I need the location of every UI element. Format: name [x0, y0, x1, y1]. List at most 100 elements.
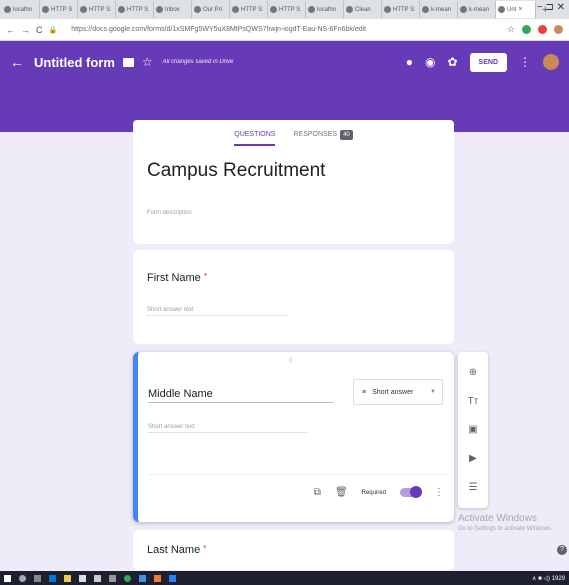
- forward-nav-icon[interactable]: →: [21, 25, 30, 35]
- browser-tab-label: HTTP S: [89, 6, 111, 13]
- tab-favicon-icon: [270, 6, 277, 13]
- form-title-card[interactable]: Campus Recruitment Form description: [133, 148, 454, 244]
- question-card-middle-name[interactable]: ⠿ Middle Name ≡ Short answer ▼ Short ans…: [133, 352, 454, 522]
- activate-windows-watermark: Activate Windows Go to Settings to activ…: [458, 513, 553, 532]
- add-image-icon[interactable]: ▣: [468, 424, 477, 435]
- form-document-title[interactable]: Untitled form: [34, 55, 115, 70]
- extension-icon[interactable]: [522, 25, 531, 34]
- more-options-icon[interactable]: ⋮: [434, 487, 444, 498]
- tab-favicon-icon: [118, 6, 125, 13]
- browser-tab[interactable]: HTTP S: [382, 1, 420, 18]
- extension-icon[interactable]: [538, 25, 547, 34]
- browser-tab-label: Inbox: [165, 6, 180, 13]
- browser-tab-label: HTTP S: [51, 6, 73, 13]
- tab-favicon-icon: [346, 6, 353, 13]
- file-explorer-icon[interactable]: [64, 574, 71, 582]
- browser-tab-label: HTTP S: [279, 6, 301, 13]
- browser-tab[interactable]: Inbox: [154, 1, 192, 18]
- question-card-last-name[interactable]: Last Name *: [133, 530, 454, 570]
- store-icon[interactable]: [79, 574, 86, 582]
- folder-icon[interactable]: [122, 57, 134, 67]
- tab-favicon-icon: [4, 6, 11, 13]
- app-icon[interactable]: [169, 574, 176, 582]
- browser-tab[interactable]: Clean: [344, 1, 382, 18]
- tab-favicon-icon: [498, 6, 505, 13]
- save-status: All changes saved in Drive: [162, 59, 234, 65]
- tab-favicon-icon: [422, 6, 429, 13]
- profile-avatar[interactable]: [554, 25, 563, 34]
- browser-tab[interactable]: HTTP S: [40, 1, 78, 18]
- question-title: Last Name *: [147, 544, 206, 556]
- question-type-select[interactable]: ≡ Short answer ▼: [353, 379, 443, 405]
- task-view-icon[interactable]: [34, 574, 41, 582]
- palette-icon[interactable]: ●: [406, 55, 413, 69]
- question-card-first-name[interactable]: First Name * Short answer text: [133, 250, 454, 344]
- required-asterisk: *: [203, 544, 207, 553]
- lock-icon: 🔒: [48, 26, 58, 34]
- browser-tab[interactable]: Our Pri: [192, 1, 230, 18]
- tab-favicon-icon: [460, 6, 467, 13]
- url-text[interactable]: https://docs.google.com/forms/d/1xSMFg5W…: [71, 26, 366, 33]
- browser-tab[interactable]: k-mean: [458, 1, 496, 18]
- browser-tab[interactable]: k-mean: [420, 1, 458, 18]
- tab-favicon-icon: [194, 6, 201, 13]
- browser-tab-label: HTTP S: [241, 6, 263, 13]
- address-bar: ← → C 🔒 https://docs.google.com/forms/d/…: [0, 19, 569, 41]
- window-controls[interactable]: − ⊐ ✕: [537, 2, 565, 13]
- question-title-input[interactable]: Middle Name: [148, 388, 333, 403]
- settings-gear-icon[interactable]: ✿: [447, 55, 457, 69]
- add-question-icon[interactable]: ⊕: [469, 367, 477, 378]
- reload-icon[interactable]: C: [36, 25, 43, 35]
- help-icon[interactable]: ?: [557, 545, 567, 555]
- form-description-field[interactable]: Form description: [147, 210, 192, 216]
- watermark-line2: Go to Settings to activate Windows.: [458, 526, 553, 532]
- tab-favicon-icon: [42, 6, 49, 13]
- back-arrow-icon[interactable]: ←: [10, 54, 24, 70]
- search-icon[interactable]: [19, 574, 26, 582]
- browser-tab-label: Clean: [355, 6, 371, 13]
- dropdown-arrow-icon: ▼: [430, 389, 436, 395]
- question-title: First Name *: [147, 272, 207, 284]
- browser-tab-label: HTTP S: [127, 6, 149, 13]
- browser-tab[interactable]: HTTP S: [268, 1, 306, 18]
- browser-tab[interactable]: HTTP S: [78, 1, 116, 18]
- form-title[interactable]: Campus Recruitment: [147, 160, 325, 182]
- required-toggle[interactable]: [400, 486, 422, 498]
- avatar[interactable]: [543, 54, 559, 70]
- browser-tab[interactable]: localho: [2, 1, 40, 18]
- bookmark-star-icon[interactable]: ☆: [507, 24, 515, 35]
- browser-tab[interactable]: HTTP S: [230, 1, 268, 18]
- edge-icon[interactable]: [49, 574, 56, 582]
- add-section-icon[interactable]: ☰: [469, 482, 478, 493]
- tab-favicon-icon: [384, 6, 391, 13]
- tab-favicon-icon: [232, 6, 239, 13]
- question-type-label: Short answer: [372, 388, 414, 396]
- start-icon[interactable]: [4, 574, 11, 582]
- duplicate-icon[interactable]: ⧉: [314, 487, 321, 498]
- tab-questions[interactable]: QUESTIONS: [234, 123, 276, 146]
- preview-eye-icon[interactable]: ◉: [425, 55, 435, 69]
- system-tray-clock[interactable]: ∧ ■ ◁) 1929: [532, 575, 565, 582]
- chrome-icon[interactable]: [124, 574, 131, 582]
- app-icon[interactable]: [154, 574, 161, 582]
- required-asterisk: *: [203, 272, 207, 281]
- floating-toolbar: ⊕ Tт ▣ ▶ ☰: [458, 352, 488, 508]
- add-video-icon[interactable]: ▶: [469, 453, 477, 464]
- star-icon[interactable]: ☆: [142, 55, 153, 69]
- more-vert-icon[interactable]: ⋮: [519, 55, 531, 69]
- close-tab-icon[interactable]: ×: [518, 6, 522, 13]
- browser-tab[interactable]: Unt ×: [496, 1, 536, 18]
- add-title-icon[interactable]: Tт: [468, 396, 479, 407]
- send-button[interactable]: SEND: [469, 52, 507, 72]
- back-nav-icon[interactable]: ←: [6, 25, 15, 35]
- delete-trash-icon[interactable]: 🗑: [335, 487, 348, 498]
- tab-responses[interactable]: RESPONSES 40: [293, 129, 353, 140]
- browser-tab-label: k-mean: [431, 6, 452, 13]
- settings-icon[interactable]: [109, 574, 116, 582]
- browser-tab-label: localho: [317, 6, 337, 13]
- mail-icon[interactable]: [94, 574, 101, 582]
- browser-tab[interactable]: localho: [306, 1, 344, 18]
- drag-handle-icon[interactable]: ⠿: [288, 357, 293, 365]
- app-icon[interactable]: [139, 574, 146, 582]
- browser-tab[interactable]: HTTP S: [116, 1, 154, 18]
